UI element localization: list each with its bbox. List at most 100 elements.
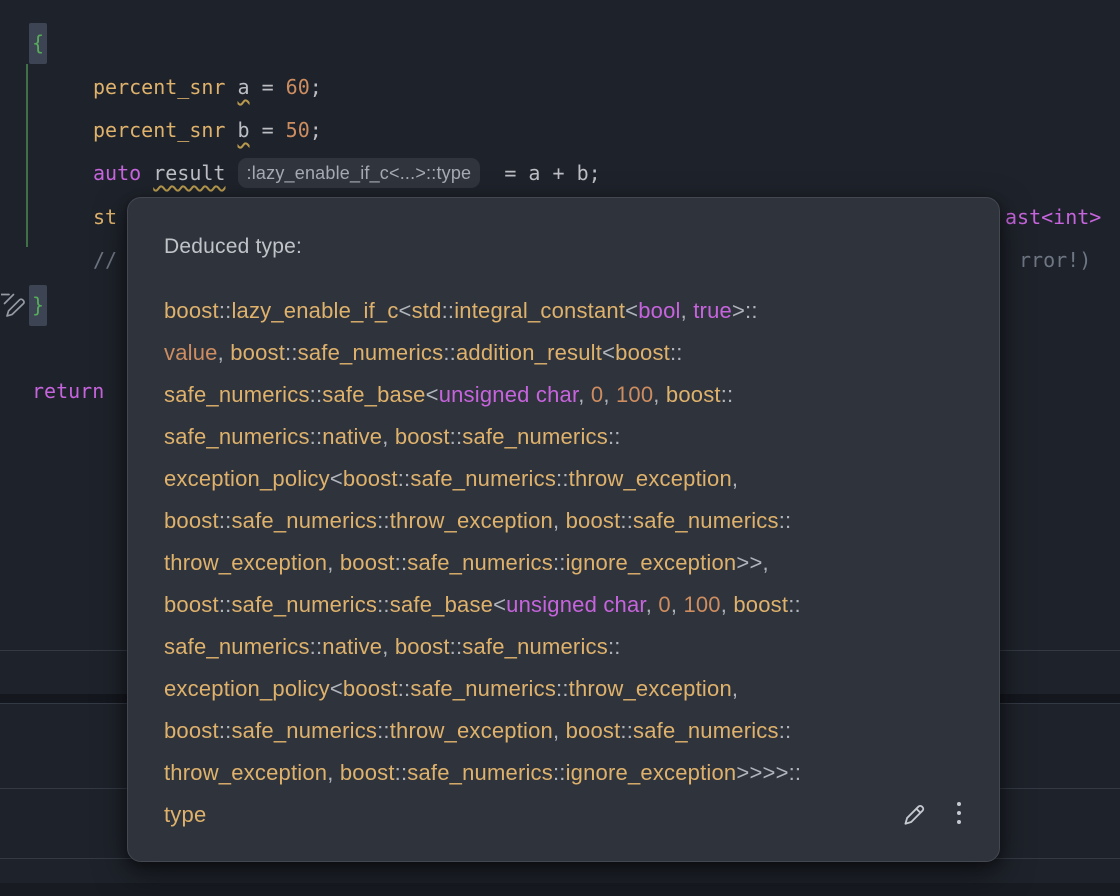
code-token: rror!): [1019, 248, 1091, 272]
type-line: safe_numerics::safe_base<unsigned char, …: [164, 374, 969, 416]
code-token: =: [250, 75, 286, 99]
type-line: value, boost::safe_numerics::addition_re…: [164, 332, 969, 374]
type-token: 0: [591, 382, 603, 407]
type-line: safe_numerics::native, boost::safe_numer…: [164, 416, 969, 458]
type-token: throw_exception: [569, 676, 732, 701]
type-token: ,: [732, 676, 738, 701]
type-token: ,: [763, 550, 769, 575]
type-line: type: [164, 794, 969, 836]
code-token: st: [93, 205, 117, 229]
type-line: exception_policy<boost::safe_numerics::t…: [164, 458, 969, 500]
type-token: <: [602, 340, 615, 365]
type-token: safe_numerics: [298, 340, 444, 365]
type-line: throw_exception, boost::safe_numerics::i…: [164, 542, 969, 584]
type-token: boost: [395, 634, 450, 659]
type-line: boost::lazy_enable_if_c<std::integral_co…: [164, 290, 969, 332]
code-token: ;: [310, 75, 322, 99]
type-token: ::: [310, 382, 323, 407]
type-token: safe_numerics: [231, 718, 377, 743]
type-token: ignore_exception: [566, 550, 737, 575]
type-token: <: [625, 298, 638, 323]
type-token: boost: [666, 382, 721, 407]
type-token: >: [776, 760, 789, 785]
type-token: safe_numerics: [633, 508, 779, 533]
code-line: rror!): [1019, 239, 1091, 282]
type-line: boost::safe_numerics::throw_exception, b…: [164, 710, 969, 752]
type-line: exception_policy<boost::safe_numerics::t…: [164, 668, 969, 710]
type-token: ::: [219, 718, 232, 743]
type-token: ::: [442, 298, 455, 323]
type-token: ::: [398, 466, 411, 491]
type-token: ::: [377, 508, 390, 533]
popup-actions: [897, 796, 965, 830]
type-token: ::: [553, 550, 566, 575]
code-line: ast<int>: [1005, 196, 1101, 239]
code-token: 60: [286, 75, 310, 99]
type-token: safe_numerics: [462, 634, 608, 659]
type-token: ::: [620, 718, 633, 743]
code-token: ;: [310, 118, 322, 142]
type-token: ::: [443, 340, 456, 365]
type-token: throw_exception: [390, 718, 553, 743]
type-token: boost: [164, 508, 219, 533]
type-token: throw_exception: [164, 760, 327, 785]
type-token: ::: [219, 508, 232, 533]
type-token: ::: [779, 508, 792, 533]
type-token: boost: [566, 508, 621, 533]
code-line: auto result :lazy_enable_if_c<...>::type…: [93, 152, 601, 195]
type-inlay-hint[interactable]: :lazy_enable_if_c<...>::type: [238, 158, 481, 188]
type-token: char: [603, 592, 645, 617]
pencil-strikethrough-icon[interactable]: [1, 290, 31, 325]
type-token: ::: [377, 592, 390, 617]
type-token: char: [536, 382, 578, 407]
code-token: [225, 75, 237, 99]
code-token: a: [238, 75, 250, 99]
type-token: ::: [377, 718, 390, 743]
type-token: >: [732, 298, 745, 323]
background-band: [0, 883, 1120, 896]
type-line: boost::safe_numerics::throw_exception, b…: [164, 500, 969, 542]
code-editor: {percent_snr a = 60;percent_snr b = 50;a…: [0, 0, 1120, 896]
type-token: ::: [553, 760, 566, 785]
deduced-type-popup: Deduced type: boost::lazy_enable_if_c<st…: [127, 197, 1000, 862]
type-token: ::: [789, 760, 802, 785]
type-token: bool: [638, 298, 680, 323]
type-token: boost: [566, 718, 621, 743]
type-token: <: [330, 676, 343, 701]
type-token: ::: [285, 340, 298, 365]
type-token: boost: [340, 550, 395, 575]
deduced-type-text: boost::lazy_enable_if_c<std::integral_co…: [164, 290, 969, 836]
type-token: boost: [395, 424, 450, 449]
type-token: unsigned: [439, 382, 530, 407]
type-token: type: [164, 802, 206, 827]
type-token: ::: [745, 298, 758, 323]
type-token: >: [749, 550, 762, 575]
code-line: }: [29, 284, 47, 327]
type-token: safe_numerics: [633, 718, 779, 743]
type-token: safe_numerics: [410, 676, 556, 701]
edit-pencil-icon[interactable]: [897, 796, 931, 830]
popup-heading: Deduced type:: [164, 235, 302, 259]
type-token: ::: [779, 718, 792, 743]
type-token: ::: [450, 634, 463, 659]
type-token: safe_numerics: [407, 550, 553, 575]
type-token: throw_exception: [569, 466, 732, 491]
type-token: boost: [340, 760, 395, 785]
type-token: unsigned: [506, 592, 597, 617]
code-token: =: [250, 118, 286, 142]
type-token: 0: [658, 592, 670, 617]
kebab-menu-icon[interactable]: [953, 796, 965, 830]
type-token: addition_result: [456, 340, 602, 365]
code-token: 50: [286, 118, 310, 142]
type-token: safe_numerics: [164, 424, 310, 449]
type-token: ::: [219, 592, 232, 617]
type-token: boost: [164, 298, 219, 323]
code-line: st: [93, 196, 117, 239]
code-token: percent_snr: [93, 75, 225, 99]
type-token: ::: [721, 382, 734, 407]
code-token: ast<int>: [1005, 205, 1101, 229]
code-token: [225, 118, 237, 142]
type-token: safe_base: [390, 592, 493, 617]
type-token: 100: [616, 382, 653, 407]
type-token: safe_numerics: [231, 592, 377, 617]
